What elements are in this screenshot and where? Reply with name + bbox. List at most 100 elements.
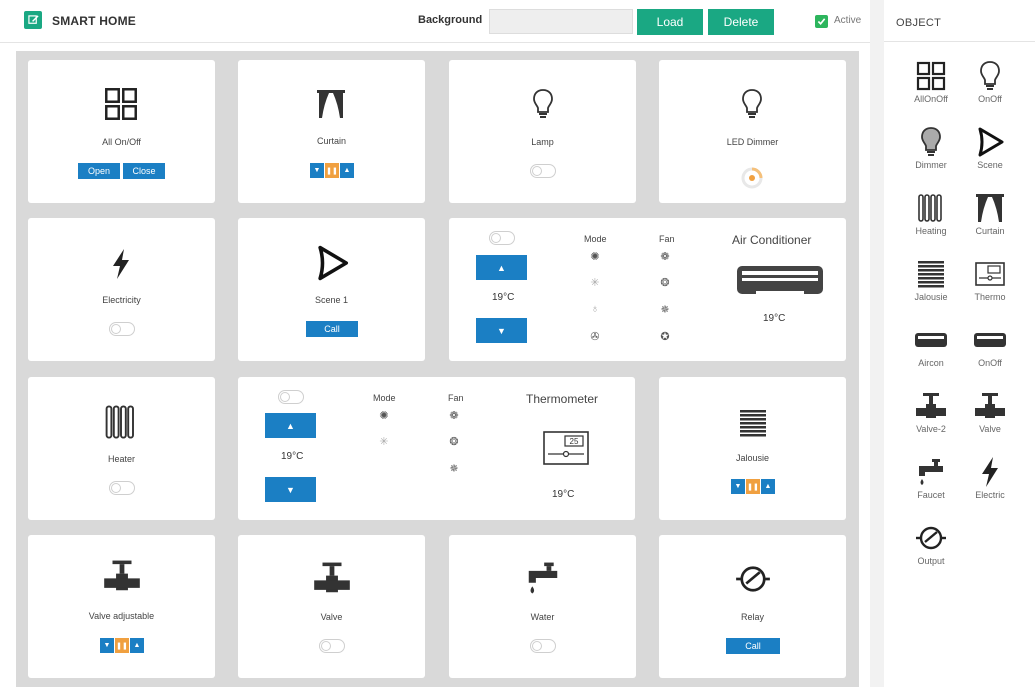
fan-speed-1-icon[interactable]: ❁ (658, 250, 672, 263)
background-input[interactable] (489, 9, 633, 34)
mode-sun-icon[interactable]: ✺ (377, 409, 391, 422)
object-item-allonoff[interactable]: AllOnOff (912, 58, 950, 108)
jalousie-down-button[interactable]: ▼ (731, 479, 745, 494)
valve-icon (102, 557, 142, 595)
water-toggle[interactable] (530, 639, 556, 653)
lamp-toggle[interactable] (530, 164, 556, 178)
load-button[interactable]: Load (637, 9, 703, 35)
object-item-scene[interactable]: Scene (971, 124, 1009, 174)
mode-sun-icon[interactable]: ✺ (588, 250, 602, 263)
aircon-power-toggle[interactable] (489, 231, 515, 245)
aircon-temp-down-button[interactable]: ▼ (476, 318, 527, 343)
object-item-aircon-onoff[interactable]: OnOff (971, 322, 1009, 372)
lightning-icon (108, 244, 134, 284)
relay-call-button[interactable]: Call (726, 638, 780, 654)
card-heater: Heater (28, 377, 215, 520)
curtain-up-button[interactable]: ▲ (340, 163, 354, 178)
fan-speed-2-icon[interactable]: ❂ (658, 276, 672, 289)
object-item-electric[interactable]: Electric (971, 454, 1009, 504)
card-label: Scene 1 (314, 295, 349, 305)
object-panel-divider (884, 41, 1035, 42)
object-item-aircon[interactable]: Aircon (912, 322, 950, 372)
object-item-heating[interactable]: Heating (912, 190, 950, 240)
card-label: Electricity (102, 295, 141, 305)
object-item-label: Electric (975, 490, 1005, 500)
mode-label: Mode (584, 234, 607, 244)
open-button[interactable]: Open (78, 163, 120, 179)
card-valve: Valve (238, 535, 425, 678)
scene-icon (313, 244, 351, 282)
heater-toggle[interactable] (109, 481, 135, 495)
scene-call-button[interactable]: Call (306, 321, 358, 337)
valve-stop-button[interactable]: ❚❚ (115, 638, 129, 653)
object-item-valve[interactable]: Valve (971, 388, 1009, 438)
jalousie-stop-button[interactable]: ❚❚ (746, 479, 760, 494)
card-label: Heater (107, 454, 135, 464)
fan-label: Fan (448, 393, 464, 403)
card-relay: Relay Call (659, 535, 846, 678)
thermostat-icon: 25 (543, 431, 589, 465)
object-item-jalousie[interactable]: Jalousie (912, 256, 950, 306)
card-label: All On/Off (102, 137, 141, 147)
card-jalousie: Jalousie ▼ ❚❚ ▲ (659, 377, 846, 520)
active-checkbox[interactable] (815, 15, 828, 28)
object-item-valve-2[interactable]: Valve-2 (912, 388, 950, 438)
mode-fan-icon[interactable]: ✇ (588, 330, 602, 343)
object-item-dimmer[interactable]: Dimmer (912, 124, 950, 174)
jalousie-up-button[interactable]: ▲ (761, 479, 775, 494)
edit-icon[interactable] (24, 11, 42, 29)
card-scene1: Scene 1 Call (238, 218, 425, 361)
dashboard-grid: All On/Off Open Close Curtain ▼ ❚❚ ▲ Lam… (16, 51, 859, 687)
card-valve-adjustable: Valve adjustable ▼ ❚❚ ▲ (28, 535, 215, 678)
aircon-icon (736, 264, 824, 298)
electricity-toggle[interactable] (109, 322, 135, 336)
card-all-onoff: All On/Off Open Close (28, 60, 215, 203)
mode-snow-icon[interactable]: ✳ (588, 276, 602, 289)
valve-increase-button[interactable]: ▲ (130, 638, 144, 653)
background-label: Background (418, 14, 483, 26)
curtain-stop-button[interactable]: ❚❚ (325, 163, 339, 178)
dimmer-knob[interactable] (739, 165, 765, 191)
jalousie-control: ▼ ❚❚ ▲ (731, 479, 775, 494)
object-item-onoff[interactable]: OnOff (971, 58, 1009, 108)
valve-toggle[interactable] (319, 639, 345, 653)
valve-icon (971, 388, 1009, 424)
thermo-power-toggle[interactable] (278, 390, 304, 404)
card-label: Water (530, 612, 555, 622)
fan-speed-1-icon[interactable]: ❁ (447, 409, 461, 422)
mode-snow-icon[interactable]: ✳ (377, 435, 391, 448)
bulb-icon (529, 86, 557, 122)
object-item-curtain[interactable]: Curtain (971, 190, 1009, 240)
thermostat-icon (971, 256, 1009, 292)
thermo-temp-down-button[interactable]: ▼ (265, 477, 316, 502)
grid-icon (912, 58, 950, 94)
aircon-temp-up-button[interactable]: ▲ (476, 255, 527, 280)
bulb-icon (738, 86, 766, 122)
lightning-icon (971, 454, 1009, 490)
card-lamp: Lamp (449, 60, 636, 203)
object-item-thermo[interactable]: Thermo (971, 256, 1009, 306)
delete-button[interactable]: Delete (708, 9, 774, 35)
card-air-conditioner: ▲ 19°C ▼ Mode ✺ ✳ ♁ ✇ Fan ❁ ❂ ✵ ✪ Air Co… (449, 218, 846, 361)
valve-decrease-button[interactable]: ▼ (100, 638, 114, 653)
curtain-down-button[interactable]: ▼ (310, 163, 324, 178)
object-item-label: Scene (977, 160, 1003, 170)
fan-speed-3-icon[interactable]: ✵ (447, 462, 461, 475)
close-button[interactable]: Close (123, 163, 165, 179)
fan-speed-2-icon[interactable]: ❂ (447, 435, 461, 448)
curtain-icon (971, 190, 1009, 226)
valve-icon (312, 559, 352, 597)
fan-auto-icon[interactable]: ✪ (658, 330, 672, 343)
thermo-temp-up-button[interactable]: ▲ (265, 413, 316, 438)
card-label: Jalousie (735, 453, 770, 463)
object-item-output[interactable]: Output (912, 520, 950, 570)
object-item-label: Output (917, 556, 945, 566)
mode-drop-icon[interactable]: ♁ (588, 303, 602, 315)
fan-speed-3-icon[interactable]: ✵ (658, 303, 672, 316)
relay-icon (912, 520, 950, 556)
relay-icon (735, 563, 771, 595)
curtain-control: ▼ ❚❚ ▲ (310, 163, 354, 178)
scene-icon (971, 124, 1009, 160)
active-label: Active (834, 15, 862, 26)
object-item-faucet[interactable]: Faucet (912, 454, 950, 504)
